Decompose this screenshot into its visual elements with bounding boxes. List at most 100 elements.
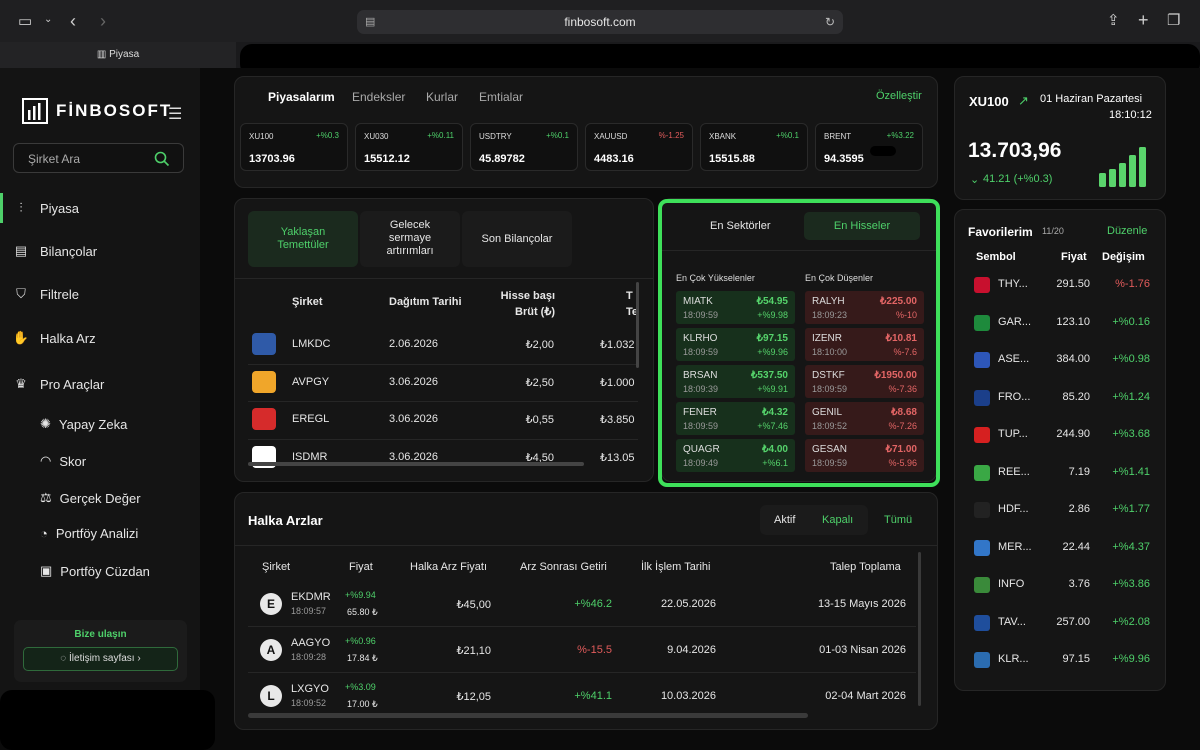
favorite-change: +%2.08 (1112, 615, 1150, 628)
ipo-price: 17.84 ₺ (347, 653, 378, 663)
ticker-card[interactable]: USDTRY +%0.1 45.89782 (470, 123, 578, 171)
tabs-overview-icon[interactable]: ❐ (1167, 13, 1180, 28)
column-header: Değişim (1102, 251, 1145, 263)
ipo-price: 65.80 ₺ (347, 607, 378, 617)
sidebar-item-label: Filtrele (40, 286, 80, 302)
new-tab-icon[interactable]: + (1138, 11, 1149, 29)
ticker-change: %-1.25 (658, 131, 684, 140)
filter-tumu[interactable]: Tümü (884, 514, 912, 526)
favorite-row[interactable]: TUP... 244.90 +%3.68 (968, 425, 1154, 445)
tab-son-bilancolar[interactable]: Son Bilançolar (462, 211, 572, 267)
ticker-card[interactable]: XU100 +%0.3 13703.96 (240, 123, 348, 171)
ipo-row[interactable]: E EKDMR 18:09:57 +%9.94 65.80 ₺ ₺45,00 +%46.2 2… (248, 582, 920, 626)
ticker-card[interactable]: XAUUSD %-1.25 4483.16 (585, 123, 693, 171)
sidebar-item-skor[interactable]: ◠ Skor (40, 453, 86, 469)
sidebar-item-bilancolar[interactable]: ▤ Bilançolar (12, 243, 97, 259)
logo-text: FİNBOSOFT (56, 101, 173, 120)
tab-favicon-icon: ▥ (96, 49, 110, 60)
tab-endeksler[interactable]: Endeksler (352, 90, 405, 104)
company-name[interactable]: LMKDC (292, 338, 331, 350)
index-change: 41.21 (+%0.3) (983, 173, 1053, 185)
forward-icon[interactable]: › (100, 12, 106, 30)
favorite-row[interactable]: GAR... 123.10 +%0.16 (968, 313, 1154, 333)
favorite-row[interactable]: MER... 22.44 +%4.37 (968, 538, 1154, 558)
favorite-row[interactable]: REE... 7.19 +%1.41 (968, 463, 1154, 483)
scrollbar-vertical[interactable] (918, 552, 921, 706)
sidebar-item-filtrele[interactable]: ⛉ Filtrele (12, 286, 79, 302)
tab-gelecek-sermaye[interactable]: Gelecek sermaye artırımları (360, 211, 460, 267)
favorite-row[interactable]: KLR... 97.15 +%9.96 (968, 650, 1154, 670)
ipo-row[interactable]: L LXGYO 18:09:52 +%3.09 17.00 ₺ ₺12,05 +%41.1 1… (248, 674, 920, 718)
sidebar-item-pro-araclar[interactable]: ♛ Pro Araçlar (12, 376, 104, 392)
chevron-down-icon[interactable]: ⌄ (44, 15, 52, 25)
highlight-frame (658, 199, 940, 487)
favorite-symbol: TUP... (998, 428, 1028, 440)
ticker-name: XBANK (709, 132, 737, 141)
favorite-symbol: TAV... (998, 615, 1026, 628)
favorite-row[interactable]: HDF... 2.86 +%1.77 (968, 500, 1154, 520)
total-value: ₺13.05 (600, 451, 635, 464)
sidebar-item-piyasa[interactable]: ⫶ Piyasa (12, 200, 79, 216)
scrollbar-horizontal[interactable] (248, 462, 584, 466)
sidebar-toggle-icon[interactable]: ▭ (18, 14, 32, 29)
ticker-value: 13703.96 (249, 153, 295, 165)
customize-link[interactable]: Özelleştir (876, 90, 922, 102)
sidebar-item-label: Bilançolar (40, 243, 98, 259)
favorite-change: +%1.77 (1112, 503, 1150, 515)
tab-kurlar[interactable]: Kurlar (426, 90, 458, 104)
tab-emtialar[interactable]: Emtialar (479, 90, 523, 104)
filter-aktif[interactable]: Aktif (774, 514, 795, 526)
company-name[interactable]: EREGL (292, 413, 329, 425)
ipo-row[interactable]: A AAGYO 18:09:28 +%0.96 17.84 ₺ ₺21,10 %-15.5 9… (248, 628, 920, 672)
column-header: İlk İşlem Tarihi (641, 561, 711, 573)
ticker-name: XU100 (249, 132, 274, 141)
favorite-row[interactable]: FRO... 85.20 +%1.24 (968, 388, 1154, 408)
back-icon[interactable]: ‹ (70, 12, 76, 30)
ticker-card[interactable]: XU030 +%0.11 15512.12 (355, 123, 463, 171)
logo[interactable]: FİNBOSOFT (22, 98, 172, 124)
edit-favorites-button[interactable]: Düzenle (1107, 225, 1147, 237)
scrollbar-vertical[interactable] (636, 282, 639, 368)
wallet-icon: ▣ (40, 563, 53, 578)
sidebar-item-label: Portföy Analizi (55, 526, 139, 541)
share-icon[interactable]: ⇪ (1107, 13, 1120, 28)
sidebar-item-label: Halka Arz (40, 330, 96, 346)
ticker-card[interactable]: BRENT +%3.22 94.3595 (815, 123, 923, 171)
company-logo-icon (974, 652, 990, 668)
contact-title: Bize ulaşın (74, 629, 127, 640)
caret-up-icon: ⌄ (970, 174, 980, 186)
contact-box: Bize ulaşın ◌ İletişim sayfası › (14, 620, 187, 682)
favorite-symbol: FRO... (998, 390, 1031, 403)
chevron-right-icon: › (134, 653, 141, 664)
favorite-change: +%9.96 (1112, 653, 1150, 665)
sidebar-item-gercek-deger[interactable]: ⚖ Gerçek Değer (40, 490, 141, 506)
sidebar-item-portfoy-cuzdan[interactable]: ▣ Portföy Cüzdan (40, 563, 150, 579)
favorite-price: 97.15 (1062, 653, 1090, 665)
sidebar-item-yapay-zeka[interactable]: ✺ Yapay Zeka (40, 416, 127, 432)
favorite-change: +%0.16 (1112, 315, 1150, 328)
sidebar-item-halka-arz[interactable]: ✋ Halka Arz (12, 330, 96, 346)
contact-button[interactable]: ◌ İletişim sayfası › (23, 647, 178, 671)
favorite-row[interactable]: ASE... 384.00 +%0.98 (968, 350, 1154, 370)
company-name[interactable]: ISDMR (292, 451, 327, 463)
favorite-price: 7.19 (1068, 465, 1090, 478)
favorite-row[interactable]: INFO 3.76 +%3.86 (968, 575, 1154, 595)
distribution-date: 3.06.2026 (389, 375, 438, 388)
ticker-card[interactable]: XBANK +%0.1 15515.88 (700, 123, 808, 171)
filter-kapali[interactable]: Kapalı (822, 514, 853, 526)
reload-icon[interactable]: ↻ (825, 10, 835, 34)
favorite-row[interactable]: TAV... 257.00 +%2.08 (968, 613, 1154, 633)
tab-yaklasan-temettuler[interactable]: Yaklaşan Temettüler (248, 211, 358, 267)
search-input[interactable]: Şirket Ara (13, 143, 184, 173)
ticker-change: +%0.1 (546, 131, 569, 140)
browser-tab[interactable]: ▥ Piyasa (0, 42, 236, 68)
favorite-price: 384.00 (1056, 353, 1090, 365)
tab-piyasalarim[interactable]: Piyasalarım (268, 90, 335, 104)
menu-icon[interactable]: ☰ (168, 104, 182, 124)
scrollbar-horizontal[interactable] (248, 713, 808, 718)
sidebar-item-portfoy-analizi[interactable]: ◔ Portföy Analizi (40, 526, 138, 541)
favorite-row[interactable]: THY... 291.50 %-1.76 (968, 275, 1154, 295)
company-name[interactable]: AVPGY (292, 376, 329, 388)
address-bar[interactable]: ▤ finbosoft.com ↻ (357, 10, 843, 34)
ipo-company-name: LXGYO (291, 683, 329, 695)
